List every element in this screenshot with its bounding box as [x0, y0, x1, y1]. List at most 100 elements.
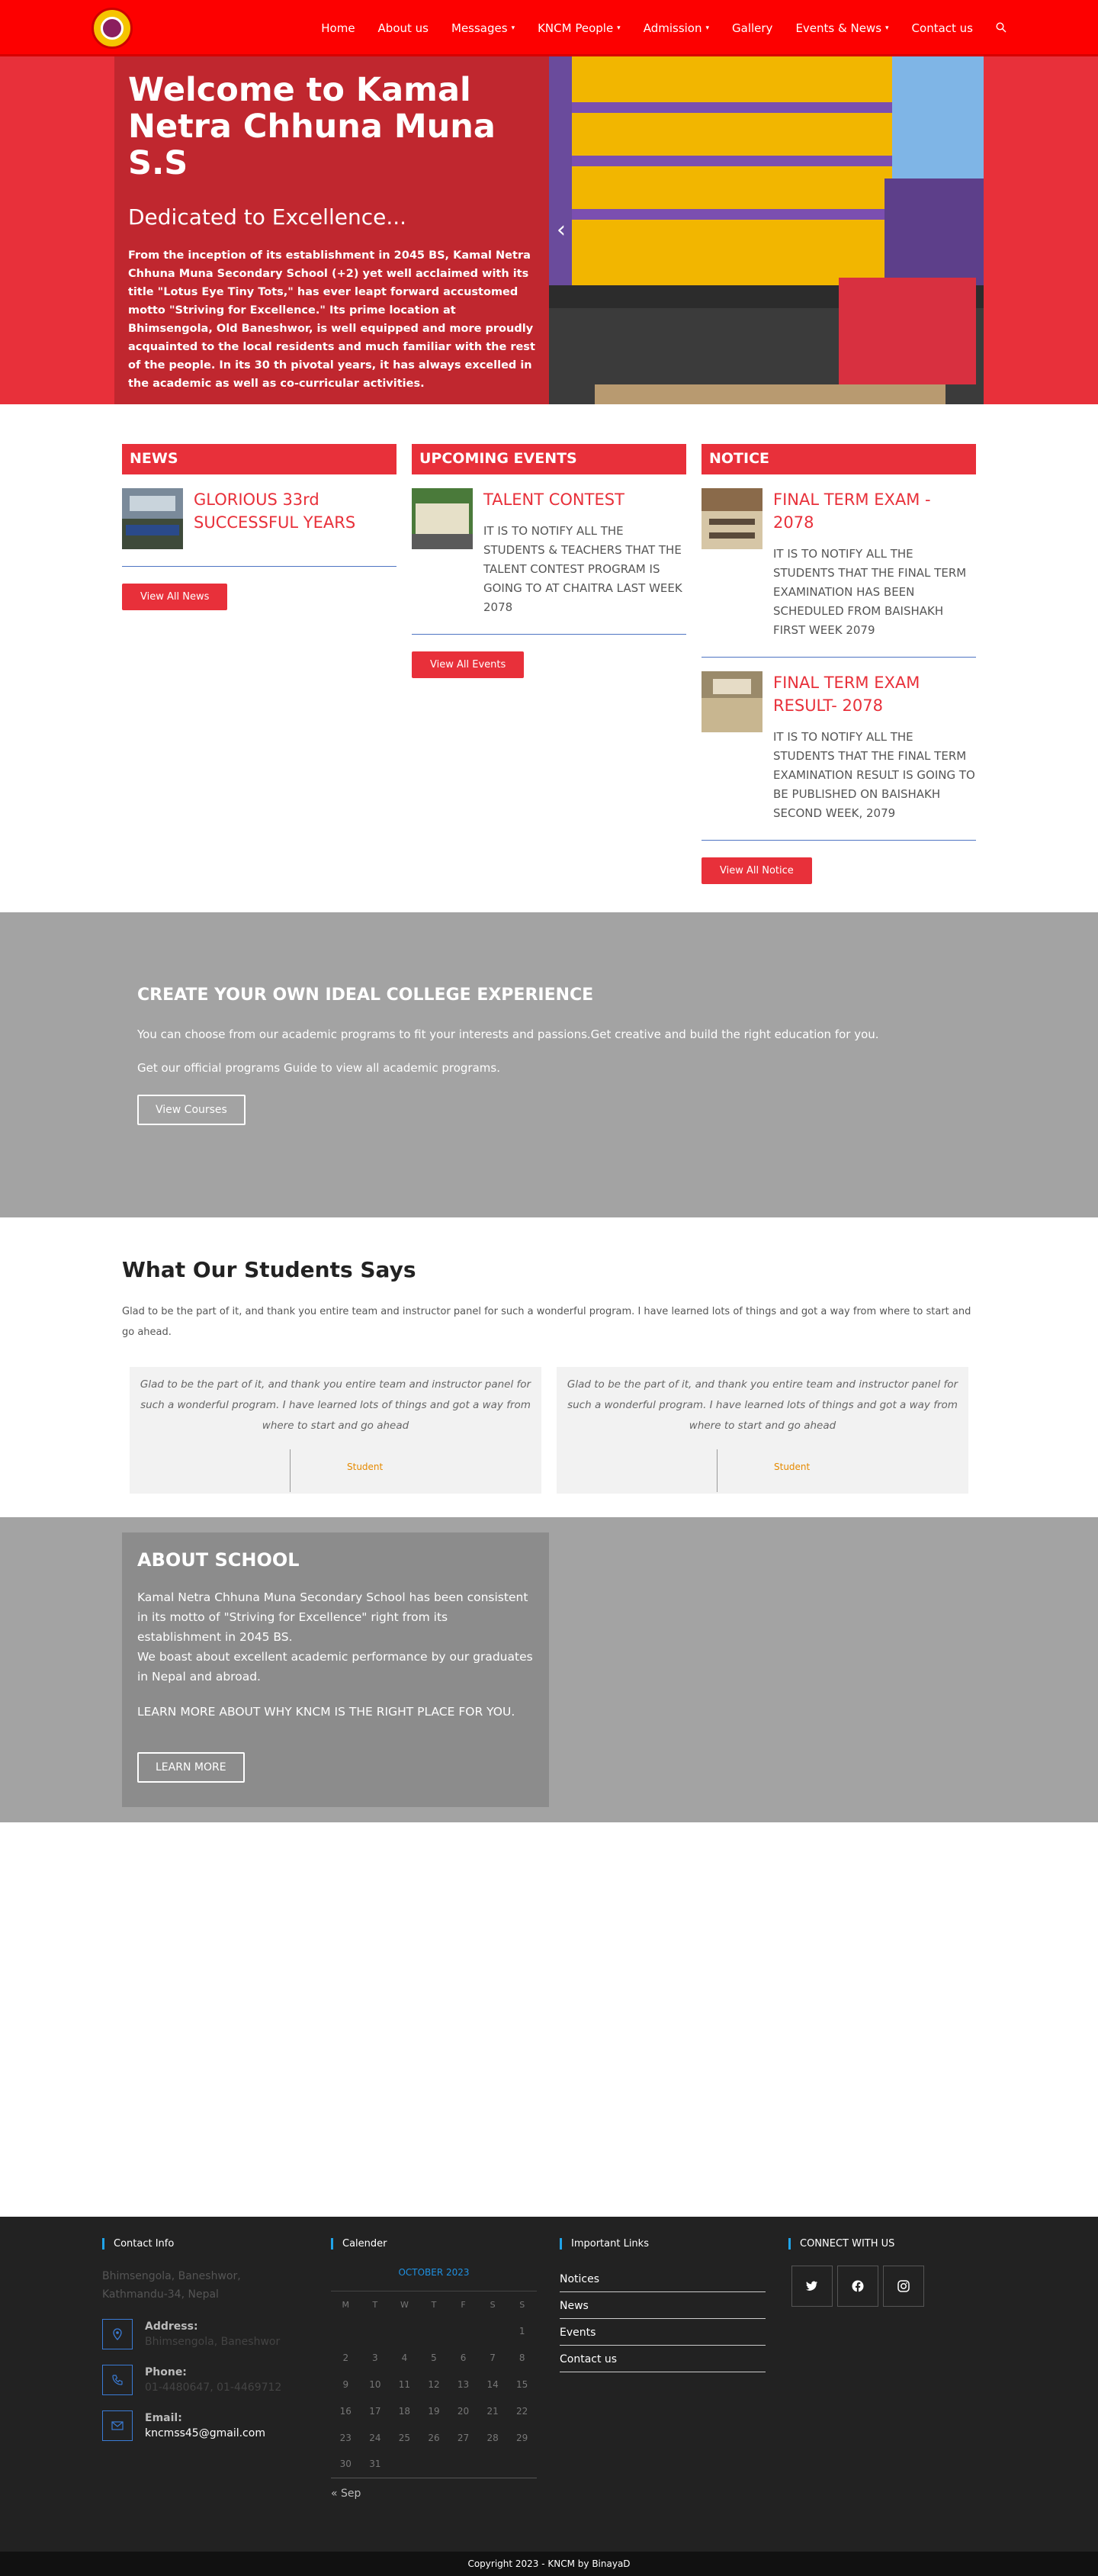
- link-events[interactable]: Events: [560, 2322, 766, 2346]
- notice-description: IT IS TO NOTIFY ALL THE STUDENTS THAT TH…: [773, 730, 975, 820]
- news-column: NEWS GLORIOUS 33rd SUCCESSFUL YEARS View…: [122, 444, 396, 610]
- calendar-day: [507, 2451, 537, 2478]
- chevron-down-icon: ▾: [617, 24, 621, 32]
- event-title[interactable]: TALENT CONTEST: [483, 488, 686, 511]
- weekday-label: S: [490, 2299, 496, 2310]
- facebook-icon[interactable]: [837, 2266, 878, 2307]
- view-all-events-button[interactable]: View All Events: [412, 651, 525, 678]
- calendar-day: 12: [428, 2378, 440, 2390]
- hero-body: From the inception of its establishment …: [128, 249, 535, 390]
- hero-text-panel: Welcome to Kamal Netra Chhuna Muna S.S D…: [114, 56, 549, 404]
- email-value[interactable]: kncmss45@gmail.com: [145, 2427, 265, 2439]
- calendar-heading: Calender: [331, 2238, 387, 2250]
- calendar-day: [478, 2317, 508, 2344]
- news-item[interactable]: GLORIOUS 33rd SUCCESSFUL YEARS: [122, 488, 396, 567]
- calendar-widget: OCTOBER 2023 M T W T F S S 1 2 3 4 5 6 7 8 9 10 11…: [331, 2261, 537, 2500]
- notice-thumbnail[interactable]: [702, 671, 762, 732]
- calendar-day: 10: [369, 2378, 381, 2390]
- calendar-week-row: 9 10 11 12 13 14 15: [331, 2371, 537, 2398]
- calendar-day: 18: [398, 2405, 411, 2417]
- hero-section: Welcome to Kamal Netra Chhuna Muna S.S D…: [0, 56, 1098, 404]
- calendar-day: 14: [486, 2378, 499, 2390]
- view-courses-button[interactable]: View Courses: [137, 1095, 246, 1125]
- event-thumbnail[interactable]: [412, 488, 473, 549]
- calendar-day: 13: [457, 2378, 470, 2390]
- calendar-prev-month-link[interactable]: « Sep: [331, 2488, 537, 2500]
- calendar-week-row: 23 24 25 26 27 28 29: [331, 2424, 537, 2451]
- nav-about-us[interactable]: About us: [378, 21, 429, 35]
- notice-title[interactable]: FINAL TERM EXAM - 2078: [773, 488, 976, 534]
- about-school-section: ABOUT SCHOOL Kamal Netra Chhuna Muna Sec…: [0, 1517, 1098, 1822]
- events-column: UPCOMING EVENTS TALENT CONTEST IT IS TO …: [412, 444, 686, 678]
- address-value: Bhimsengola, Baneshwor: [145, 2336, 281, 2348]
- main-nav: Home About us Messages ▾ KNCM People ▾ Adm…: [298, 0, 1006, 56]
- notice-item[interactable]: FINAL TERM EXAM - 2078 IT IS TO NOTIFY A…: [702, 488, 976, 658]
- news-thumbnail[interactable]: [122, 488, 183, 549]
- calendar-day: 29: [516, 2432, 528, 2443]
- weekday-label: T: [372, 2299, 378, 2310]
- news-heading: NEWS: [122, 444, 396, 474]
- weekday-label: W: [400, 2299, 409, 2310]
- notice-item[interactable]: FINAL TERM EXAM RESULT- 2078 IT IS TO NO…: [702, 671, 976, 841]
- slider-prev-arrow[interactable]: ‹: [557, 217, 566, 243]
- testimonial-card: Glad to be the part of it, and thank you…: [557, 1367, 968, 1494]
- event-description: IT IS TO NOTIFY ALL THE STUDENTS & TEACH…: [483, 524, 682, 614]
- testimonials-section: What Our Students Says Glad to be the pa…: [0, 1217, 1098, 1517]
- phone-value: 01-4480647, 01-4469712: [145, 2381, 282, 2394]
- calendar-day: 23: [339, 2432, 352, 2443]
- event-item[interactable]: TALENT CONTEST IT IS TO NOTIFY ALL THE S…: [412, 488, 686, 635]
- learn-more-button[interactable]: LEARN MORE: [137, 1752, 245, 1783]
- nav-kncm-people[interactable]: KNCM People ▾: [538, 21, 621, 35]
- nav-events-news[interactable]: Events & News ▾: [795, 21, 888, 35]
- nav-home[interactable]: Home: [321, 21, 355, 35]
- calendar-grid: M T W T F S S 1 2 3 4 5 6 7 8 9 10 11 12 13 14 15 16 17 1…: [331, 2291, 537, 2478]
- calendar-weekday-row: M T W T F S S: [331, 2291, 537, 2317]
- calendar-day: 25: [398, 2432, 411, 2443]
- calendar-day: 30: [339, 2459, 352, 2470]
- view-all-news-button[interactable]: View All News: [122, 584, 228, 610]
- calendar-day: 17: [369, 2405, 381, 2417]
- notice-thumbnail[interactable]: [702, 488, 762, 549]
- notice-heading: NOTICE: [702, 444, 976, 474]
- link-news[interactable]: News: [560, 2295, 766, 2319]
- nav-contact-us[interactable]: Contact us: [912, 21, 973, 35]
- contact-info-heading: Contact Info: [102, 2238, 174, 2250]
- instagram-icon[interactable]: [883, 2266, 924, 2307]
- notice-title[interactable]: FINAL TERM EXAM RESULT- 2078: [773, 671, 976, 717]
- calendar-day: 8: [518, 2352, 525, 2363]
- site-header: Home About us Messages ▾ KNCM People ▾ Adm…: [0, 0, 1098, 56]
- nav-messages[interactable]: Messages ▾: [451, 21, 515, 35]
- avatar: [717, 1449, 740, 1492]
- calendar-day: 22: [516, 2405, 528, 2417]
- nav-admission[interactable]: Admission ▾: [644, 21, 709, 35]
- news-title[interactable]: GLORIOUS 33rd SUCCESSFUL YEARS: [194, 488, 396, 534]
- about-paragraph-3: LEARN MORE ABOUT WHY KNCM IS THE RIGHT P…: [137, 1705, 515, 1719]
- nav-gallery[interactable]: Gallery: [732, 21, 772, 35]
- testimonial-quote: Glad to be the part of it, and thank you…: [567, 1378, 958, 1432]
- calendar-day: [331, 2317, 361, 2344]
- testimonial-card: Glad to be the part of it, and thank you…: [130, 1367, 541, 1494]
- hero-school-photo: ‹: [549, 56, 984, 404]
- view-all-notice-button[interactable]: View All Notice: [702, 857, 812, 884]
- cta-line-2: Get our official programs Guide to view …: [137, 1061, 500, 1075]
- calendar-day: 27: [457, 2432, 470, 2443]
- important-links-heading: Important Links: [560, 2238, 649, 2250]
- link-contact-us[interactable]: Contact us: [560, 2349, 766, 2372]
- school-logo[interactable]: [92, 8, 133, 49]
- testimonial-role: Student: [347, 1462, 384, 1472]
- calendar-day: 31: [369, 2459, 381, 2470]
- email-label: Email:: [145, 2412, 182, 2424]
- site-footer: Contact Info Bhimsengola, Baneshwor, Kat…: [0, 2217, 1098, 2552]
- avatar: [290, 1449, 313, 1492]
- chevron-down-icon: ▾: [511, 24, 515, 32]
- cta-title: CREATE YOUR OWN IDEAL COLLEGE EXPERIENCE: [137, 986, 594, 1005]
- twitter-icon[interactable]: [791, 2266, 833, 2307]
- connect-heading: CONNECT WITH US: [788, 2238, 894, 2250]
- news-events-notice-section: NEWS GLORIOUS 33rd SUCCESSFUL YEARS View…: [0, 404, 1098, 912]
- cta-line-1: You can choose from our academic program…: [137, 1028, 879, 1041]
- link-notices[interactable]: Notices: [560, 2269, 766, 2292]
- calendar-day: [448, 2451, 478, 2478]
- search-icon[interactable]: [996, 21, 1006, 36]
- calendar-day: 19: [428, 2405, 440, 2417]
- contact-location: Bhimsengola, Baneshwor, Kathmandu-34, Ne…: [102, 2270, 241, 2301]
